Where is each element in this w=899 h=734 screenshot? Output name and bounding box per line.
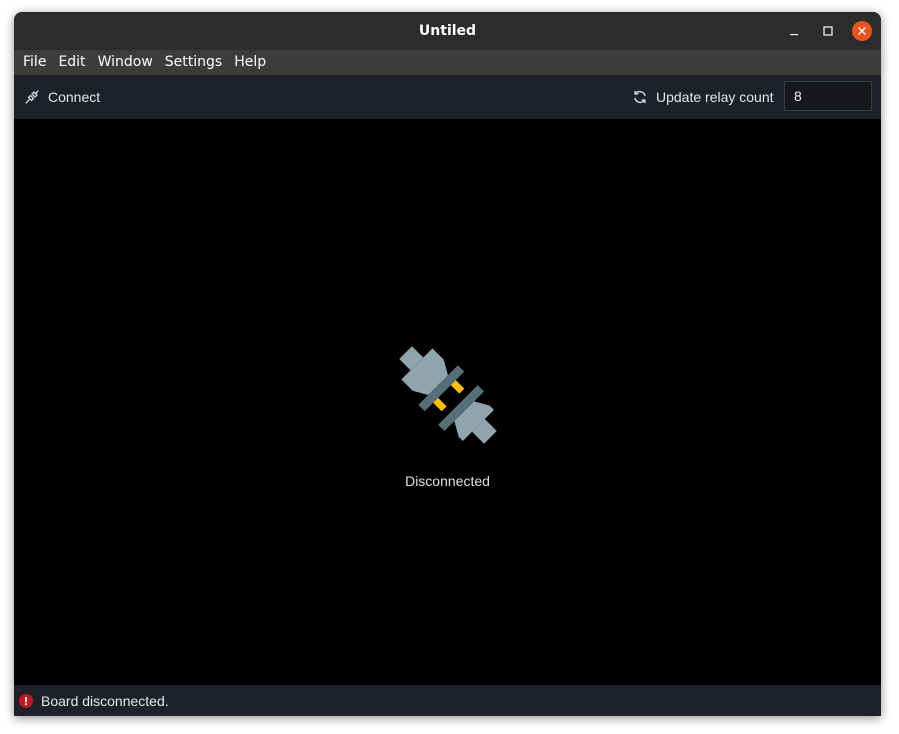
app-window: Untiled File Edit Window Settings Help C… — [14, 12, 881, 716]
menu-bar: File Edit Window Settings Help — [14, 50, 881, 75]
window-title: Untiled — [418, 23, 477, 39]
menu-settings[interactable]: Settings — [159, 50, 228, 75]
minimize-button[interactable] — [784, 21, 804, 41]
disconnected-plug-icon — [399, 346, 497, 444]
menu-window[interactable]: Window — [92, 50, 159, 75]
menu-file[interactable]: File — [17, 50, 52, 75]
menu-edit[interactable]: Edit — [52, 50, 91, 75]
status-message: Board disconnected. — [41, 692, 169, 709]
close-icon — [858, 27, 866, 35]
title-bar[interactable]: Untiled — [14, 12, 881, 50]
status-bar: Board disconnected. — [14, 685, 881, 716]
update-relay-count-button[interactable]: Update relay count — [632, 83, 774, 111]
connect-label: Connect — [48, 89, 101, 105]
main-content: Disconnected — [14, 119, 881, 685]
maximize-icon — [823, 26, 833, 36]
connection-status-text: Disconnected — [405, 473, 490, 489]
menu-help[interactable]: Help — [228, 50, 272, 75]
close-button[interactable] — [852, 21, 872, 41]
connect-button[interactable]: Connect — [20, 83, 104, 111]
error-icon — [19, 693, 33, 708]
toolbar: Connect Update relay count — [14, 75, 881, 119]
refresh-icon — [634, 90, 646, 104]
plug-icon — [25, 90, 39, 104]
relay-count-input[interactable] — [784, 81, 872, 111]
update-relay-count-label: Update relay count — [656, 89, 774, 105]
minimize-icon — [790, 34, 798, 36]
maximize-button[interactable] — [818, 21, 838, 41]
